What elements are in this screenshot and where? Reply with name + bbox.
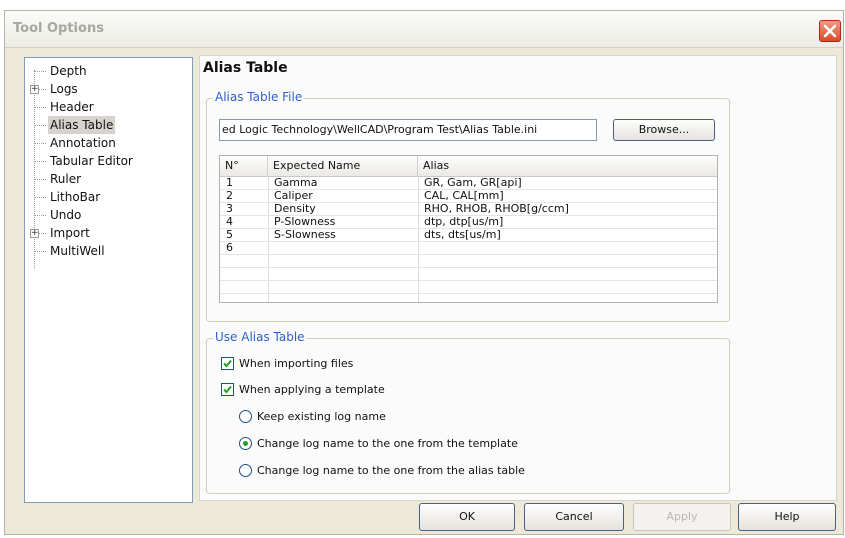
group-title: Alias Table File: [213, 90, 305, 104]
tree-connector: [34, 71, 46, 72]
tree-item-label: Import: [50, 226, 90, 240]
tree-item-label: Logs: [50, 82, 78, 96]
table-row[interactable]: [220, 268, 717, 281]
tree-item-annotation[interactable]: Annotation: [25, 134, 185, 152]
tree-connector: [34, 143, 46, 144]
tree-item-alias-table[interactable]: Alias Table: [25, 116, 185, 134]
expand-plus-icon[interactable]: +: [30, 85, 39, 94]
cell-alias: RHO, RHOB, RHOB[g/ccm]: [424, 202, 569, 215]
cell-expected-name: Gamma: [274, 176, 318, 189]
radio-label: Change log name to the one from the alia…: [257, 464, 525, 477]
radio-button[interactable]: [239, 464, 252, 477]
cancel-button[interactable]: Cancel: [524, 503, 624, 531]
tree-item-undo[interactable]: Undo: [25, 206, 185, 224]
cell-expected-name: S-Slowness: [274, 228, 336, 241]
tree-item-label: LithoBar: [50, 190, 101, 204]
window-title: Tool Options: [13, 21, 104, 36]
table-header: N° Expected Name Alias: [220, 156, 717, 177]
table-row[interactable]: 5 S-Slowness dts, dts[us/m]: [220, 229, 717, 242]
tree-item-ruler[interactable]: Ruler: [25, 170, 185, 188]
table-row[interactable]: [220, 255, 717, 268]
checkmark-icon: [223, 359, 232, 368]
tree-item-label: Tabular Editor: [50, 154, 133, 168]
browse-button[interactable]: Browse...: [613, 119, 715, 141]
radio-button-selected[interactable]: [239, 437, 252, 450]
alias-table-grid[interactable]: N° Expected Name Alias 1 Gamma GR, Gam, …: [219, 155, 718, 303]
tree-item-label: MultiWell: [50, 244, 105, 258]
cell-alias: CAL, CAL[mm]: [424, 189, 504, 202]
tree-item-tabular-editor[interactable]: Tabular Editor: [25, 152, 185, 170]
tree-connector: [34, 179, 46, 180]
cell-number: 2: [226, 189, 233, 202]
cell-number: 4: [226, 215, 233, 228]
tree-item-lithobar[interactable]: LithoBar: [25, 188, 185, 206]
checkmark-icon: [223, 385, 232, 394]
radio-label: Keep existing log name: [257, 410, 386, 423]
cell-number: 3: [226, 202, 233, 215]
tree-item-multiwell[interactable]: MultiWell: [25, 242, 185, 260]
tree-item-label: Alias Table: [48, 116, 116, 134]
cell-expected-name: Density: [274, 202, 316, 215]
radio-button[interactable]: [239, 410, 252, 423]
tree-item-logs[interactable]: + Logs: [25, 80, 185, 98]
tree-connector: [34, 161, 46, 162]
tree-item-label: Annotation: [50, 136, 116, 150]
tree-connector: [34, 125, 46, 126]
column-header-number[interactable]: N°: [220, 156, 268, 176]
tree-connector: [34, 251, 46, 252]
tree-item-depth[interactable]: Depth: [25, 62, 185, 80]
checkbox-checked[interactable]: [221, 357, 234, 370]
cell-alias: GR, Gam, GR[api]: [424, 176, 522, 189]
page-title: Alias Table: [203, 60, 288, 76]
alias-table-file-group: Alias Table File ed Logic Technology\Wel…: [206, 90, 730, 322]
tree-item-label: Header: [50, 100, 94, 114]
title-bar: Tool Options: [5, 11, 843, 48]
checkbox-label: When importing files: [239, 357, 354, 370]
cell-expected-name: [268, 242, 274, 254]
checkbox-label: When applying a template: [239, 383, 385, 396]
close-button[interactable]: [819, 20, 841, 42]
radio-dot-icon: [243, 441, 248, 446]
column-header-alias[interactable]: Alias: [418, 156, 716, 176]
cell-expected-name: Caliper: [274, 189, 313, 202]
ok-button[interactable]: OK: [419, 503, 515, 531]
table-row[interactable]: [220, 281, 717, 294]
tool-options-dialog: Tool Options Depth + Logs Header Alias T…: [4, 10, 844, 535]
help-button[interactable]: Help: [738, 503, 836, 531]
tree-item-header[interactable]: Header: [25, 98, 185, 116]
tree-item-import[interactable]: + Import: [25, 224, 185, 242]
tree-connector: [34, 197, 46, 198]
cell-number: 5: [226, 228, 233, 241]
tree-item-label: Depth: [50, 64, 87, 78]
column-header-expected-name[interactable]: Expected Name: [268, 156, 418, 176]
group-title: Use Alias Table: [213, 330, 307, 344]
cell-alias: dtp, dtp[us/m]: [424, 215, 504, 228]
expand-plus-icon[interactable]: +: [30, 229, 39, 238]
use-alias-table-group: Use Alias Table When importing files Whe…: [206, 330, 730, 494]
radio-label: Change log name to the one from the temp…: [257, 437, 518, 450]
cell-alias: [418, 242, 424, 254]
tree-item-label: Undo: [50, 208, 82, 222]
cell-number: 6: [226, 241, 233, 254]
table-row[interactable]: 6: [220, 242, 717, 255]
tree-connector: [34, 215, 46, 216]
apply-button: Apply: [633, 503, 731, 531]
tree-item-label: Ruler: [50, 172, 82, 186]
cell-alias: dts, dts[us/m]: [424, 228, 501, 241]
alias-file-path-field[interactable]: ed Logic Technology\WellCAD\Program Test…: [219, 119, 597, 141]
alias-table-panel: Alias Table Alias Table File ed Logic Te…: [199, 55, 837, 501]
cell-number: 1: [226, 176, 233, 189]
options-tree[interactable]: Depth + Logs Header Alias Table Annotati…: [24, 57, 193, 503]
cell-expected-name: P-Slowness: [274, 215, 336, 228]
tree-connector: [34, 107, 46, 108]
checkbox-checked[interactable]: [221, 383, 234, 396]
close-icon: [823, 24, 837, 38]
